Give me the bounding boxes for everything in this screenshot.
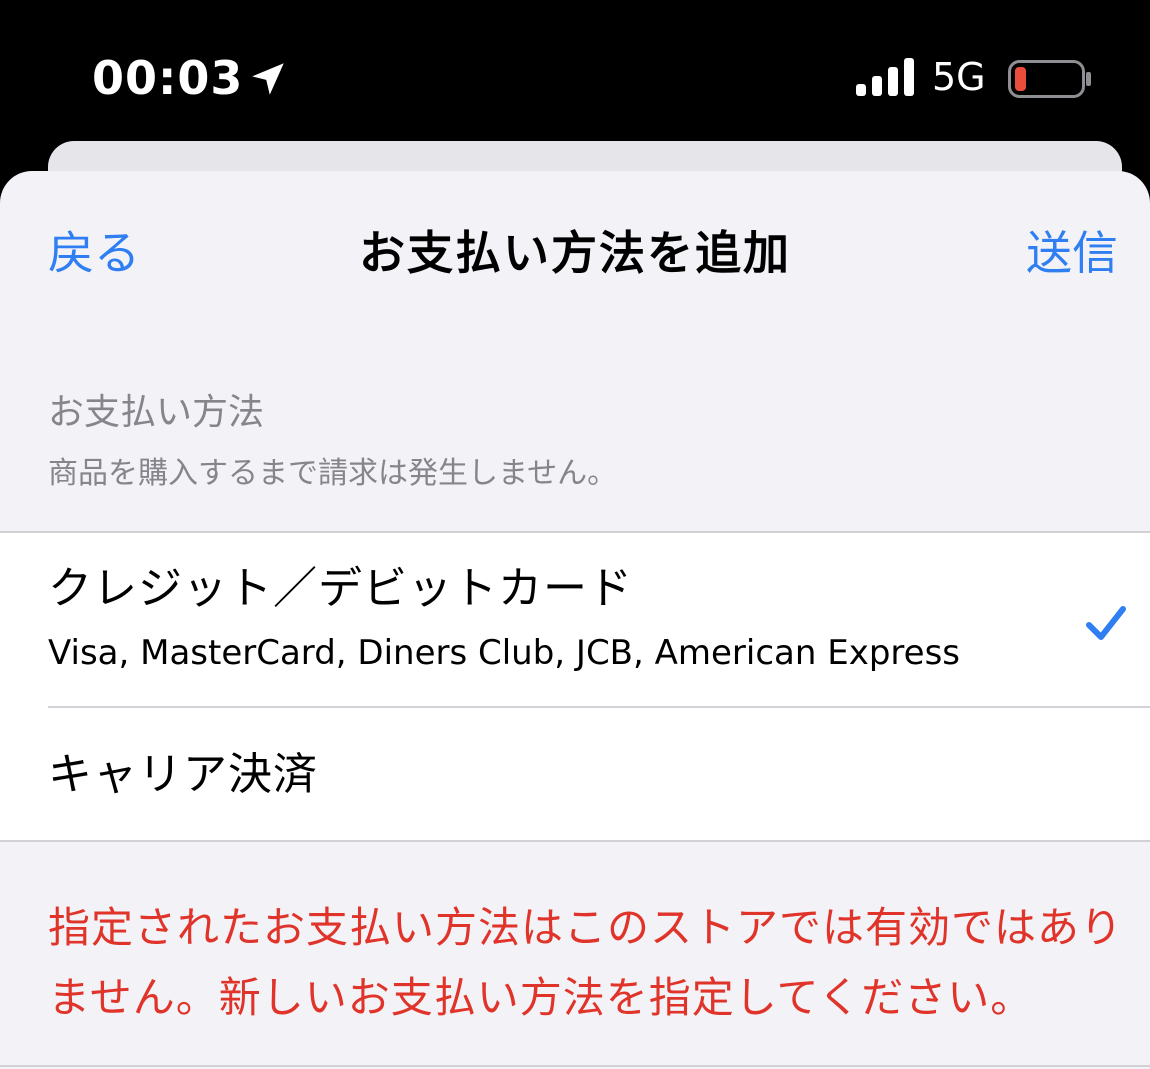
payment-option-carrier-billing[interactable]: キャリア決済	[0, 707, 1150, 840]
bottom-divider	[0, 1065, 1150, 1067]
page-title: お支払い方法を追加	[359, 226, 791, 280]
status-bar: 00:03 5G	[0, 0, 1150, 140]
checkmark-icon	[1086, 606, 1126, 640]
location-arrow-icon	[252, 63, 284, 95]
error-message: 指定されたお支払い方法はこのストアでは有効ではありません。新しいお支払い方法を指…	[48, 903, 1124, 1022]
signal-bars-icon	[856, 58, 914, 96]
payment-method-list: クレジット／デビットカード Visa, MasterCard, Diners C…	[0, 531, 1150, 842]
payment-option-subtitle: Visa, MasterCard, Diners Club, JCB, Amer…	[48, 633, 960, 673]
payment-option-credit-card[interactable]: クレジット／デビットカード Visa, MasterCard, Diners C…	[0, 533, 1150, 707]
status-time: 00:03	[92, 51, 244, 105]
add-payment-sheet: 戻る お支払い方法を追加 送信 お支払い方法 商品を購入するまで請求は発生しませ…	[0, 171, 1150, 1069]
section-subheader: 商品を購入するまで請求は発生しません。	[48, 456, 618, 491]
send-button[interactable]: 送信	[1026, 223, 1118, 283]
section-header: お支払い方法	[48, 392, 265, 433]
battery-low-icon	[1008, 60, 1091, 98]
payment-option-title: キャリア決済	[48, 749, 318, 800]
network-type: 5G	[932, 55, 986, 99]
payment-option-title: クレジット／デビットカード	[48, 563, 633, 614]
screen: 00:03 5G 戻る お支払い方法を追加 送信 お支払い方法 商品を購入するま…	[0, 0, 1150, 1069]
